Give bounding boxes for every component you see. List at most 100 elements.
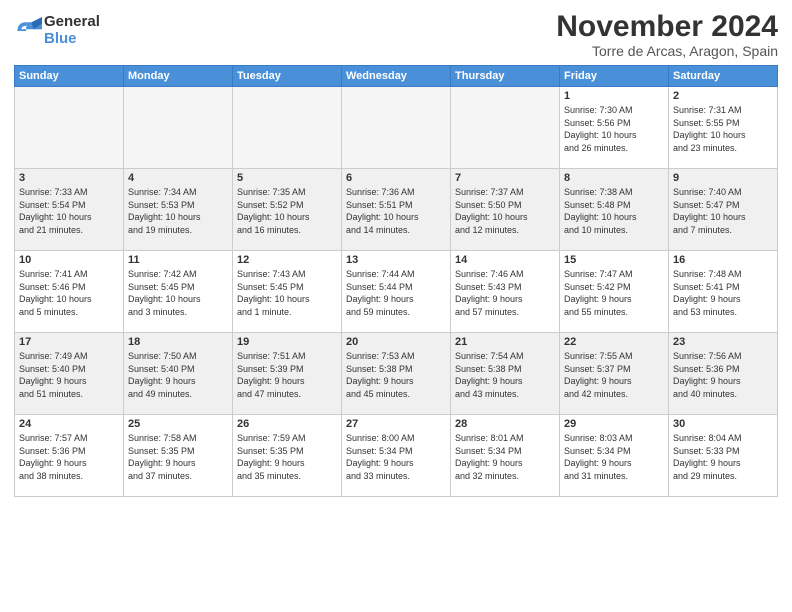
- table-cell: 24Sunrise: 7:57 AM Sunset: 5:36 PM Dayli…: [15, 415, 124, 497]
- table-cell: 30 Sunrise: 8:04 AM Sunset: 5:33 PM Dayli…: [669, 415, 778, 497]
- day-info: Sunrise: 8:04 AM Sunset: 5:33 PM Dayligh…: [673, 432, 773, 482]
- day-number: 8: [564, 172, 664, 184]
- logo-general-text: General: [44, 14, 100, 31]
- day-number: 15: [564, 254, 664, 266]
- day-info: Sunrise: 7:33 AM Sunset: 5:54 PM Dayligh…: [19, 186, 119, 236]
- table-cell: 6Sunrise: 7:36 AM Sunset: 5:51 PM Daylig…: [342, 169, 451, 251]
- day-number: 20: [346, 336, 446, 348]
- table-cell: 20Sunrise: 7:53 AM Sunset: 5:38 PM Dayli…: [342, 333, 451, 415]
- table-cell: 18 Sunrise: 7:50 AM Sunset: 5:40 PM Dayli…: [124, 333, 233, 415]
- day-number: 3: [19, 172, 119, 184]
- day-number: 27: [346, 418, 446, 430]
- day-info: Sunrise: 7:55 AM Sunset: 5:37 PM Dayligh…: [564, 350, 664, 400]
- day-info: Sunrise: 7:38 AM Sunset: 5:48 PM Dayligh…: [564, 186, 664, 236]
- table-cell: 23Sunrise: 7:56 AM Sunset: 5:36 PM Dayli…: [669, 333, 778, 415]
- table-cell: 5 Sunrise: 7:35 AM Sunset: 5:52 PM Daylig…: [233, 169, 342, 251]
- day-number: 30: [673, 418, 773, 430]
- day-info: Sunrise: 7:42 AM Sunset: 5:45 PM Dayligh…: [128, 268, 228, 318]
- day-number: 1: [564, 90, 664, 102]
- day-info: Sunrise: 7:58 AM Sunset: 5:35 PM Dayligh…: [128, 432, 228, 482]
- day-number: 6: [346, 172, 446, 184]
- table-cell: 7 Sunrise: 7:37 AM Sunset: 5:50 PM Daylig…: [451, 169, 560, 251]
- table-cell: [342, 87, 451, 169]
- table-cell: 4 Sunrise: 7:34 AM Sunset: 5:53 PM Daylig…: [124, 169, 233, 251]
- header-saturday: Saturday: [669, 66, 778, 87]
- table-cell: [451, 87, 560, 169]
- day-number: 21: [455, 336, 555, 348]
- calendar-week-2: 3 Sunrise: 7:33 AM Sunset: 5:54 PM Daylig…: [15, 169, 778, 251]
- day-number: 7: [455, 172, 555, 184]
- table-cell: 22 Sunrise: 7:55 AM Sunset: 5:37 PM Dayli…: [560, 333, 669, 415]
- day-info: Sunrise: 7:57 AM Sunset: 5:36 PM Dayligh…: [19, 432, 119, 482]
- logo: General Blue: [14, 14, 100, 47]
- table-cell: 21Sunrise: 7:54 AM Sunset: 5:38 PM Dayli…: [451, 333, 560, 415]
- header-friday: Friday: [560, 66, 669, 87]
- table-cell: 3 Sunrise: 7:33 AM Sunset: 5:54 PM Daylig…: [15, 169, 124, 251]
- page-container: General Blue November 2024 Torre de Arca…: [0, 0, 792, 507]
- header-tuesday: Tuesday: [233, 66, 342, 87]
- day-info: Sunrise: 7:35 AM Sunset: 5:52 PM Dayligh…: [237, 186, 337, 236]
- logo-text: General Blue: [44, 14, 100, 47]
- table-cell: 29 Sunrise: 8:03 AM Sunset: 5:34 PM Dayli…: [560, 415, 669, 497]
- day-info: Sunrise: 7:50 AM Sunset: 5:40 PM Dayligh…: [128, 350, 228, 400]
- day-number: 9: [673, 172, 773, 184]
- logo-icon: [14, 17, 42, 45]
- day-info: Sunrise: 7:46 AM Sunset: 5:43 PM Dayligh…: [455, 268, 555, 318]
- calendar-week-3: 10Sunrise: 7:41 AM Sunset: 5:46 PM Dayli…: [15, 251, 778, 333]
- header-sunday: Sunday: [15, 66, 124, 87]
- table-cell: 17Sunrise: 7:49 AM Sunset: 5:40 PM Dayli…: [15, 333, 124, 415]
- header-thursday: Thursday: [451, 66, 560, 87]
- table-cell: 15Sunrise: 7:47 AM Sunset: 5:42 PM Dayli…: [560, 251, 669, 333]
- day-number: 2: [673, 90, 773, 102]
- day-number: 11: [128, 254, 228, 266]
- table-cell: 9 Sunrise: 7:40 AM Sunset: 5:47 PM Daylig…: [669, 169, 778, 251]
- day-number: 28: [455, 418, 555, 430]
- day-number: 5: [237, 172, 337, 184]
- day-number: 25: [128, 418, 228, 430]
- calendar-header-row: Sunday Monday Tuesday Wednesday Thursday…: [15, 66, 778, 87]
- header-monday: Monday: [124, 66, 233, 87]
- day-info: Sunrise: 7:41 AM Sunset: 5:46 PM Dayligh…: [19, 268, 119, 318]
- month-year: November 2024: [556, 10, 778, 43]
- calendar-week-5: 24Sunrise: 7:57 AM Sunset: 5:36 PM Dayli…: [15, 415, 778, 497]
- day-info: Sunrise: 7:34 AM Sunset: 5:53 PM Dayligh…: [128, 186, 228, 236]
- table-cell: 12 Sunrise: 7:43 AM Sunset: 5:45 PM Dayli…: [233, 251, 342, 333]
- day-info: Sunrise: 7:37 AM Sunset: 5:50 PM Dayligh…: [455, 186, 555, 236]
- day-info: Sunrise: 7:43 AM Sunset: 5:45 PM Dayligh…: [237, 268, 337, 318]
- day-info: Sunrise: 8:03 AM Sunset: 5:34 PM Dayligh…: [564, 432, 664, 482]
- header: General Blue November 2024 Torre de Arca…: [14, 10, 778, 59]
- day-info: Sunrise: 8:00 AM Sunset: 5:34 PM Dayligh…: [346, 432, 446, 482]
- table-cell: 27 Sunrise: 8:00 AM Sunset: 5:34 PM Dayli…: [342, 415, 451, 497]
- day-number: 4: [128, 172, 228, 184]
- day-info: Sunrise: 7:31 AM Sunset: 5:55 PM Dayligh…: [673, 104, 773, 154]
- header-wednesday: Wednesday: [342, 66, 451, 87]
- day-info: Sunrise: 7:44 AM Sunset: 5:44 PM Dayligh…: [346, 268, 446, 318]
- day-info: Sunrise: 7:48 AM Sunset: 5:41 PM Dayligh…: [673, 268, 773, 318]
- table-cell: 1Sunrise: 7:30 AM Sunset: 5:56 PM Daylig…: [560, 87, 669, 169]
- day-number: 16: [673, 254, 773, 266]
- table-cell: 8 Sunrise: 7:38 AM Sunset: 5:48 PM Daylig…: [560, 169, 669, 251]
- day-info: Sunrise: 7:56 AM Sunset: 5:36 PM Dayligh…: [673, 350, 773, 400]
- day-info: Sunrise: 7:59 AM Sunset: 5:35 PM Dayligh…: [237, 432, 337, 482]
- table-cell: 11 Sunrise: 7:42 AM Sunset: 5:45 PM Dayli…: [124, 251, 233, 333]
- table-cell: [233, 87, 342, 169]
- day-number: 14: [455, 254, 555, 266]
- table-cell: 28 Sunrise: 8:01 AM Sunset: 5:34 PM Dayli…: [451, 415, 560, 497]
- day-number: 18: [128, 336, 228, 348]
- table-cell: 10Sunrise: 7:41 AM Sunset: 5:46 PM Dayli…: [15, 251, 124, 333]
- table-cell: [15, 87, 124, 169]
- table-cell: 26 Sunrise: 7:59 AM Sunset: 5:35 PM Dayli…: [233, 415, 342, 497]
- table-cell: [124, 87, 233, 169]
- day-info: Sunrise: 8:01 AM Sunset: 5:34 PM Dayligh…: [455, 432, 555, 482]
- table-cell: 16 Sunrise: 7:48 AM Sunset: 5:41 PM Dayli…: [669, 251, 778, 333]
- day-number: 22: [564, 336, 664, 348]
- table-cell: 25 Sunrise: 7:58 AM Sunset: 5:35 PM Dayli…: [124, 415, 233, 497]
- table-cell: 19Sunrise: 7:51 AM Sunset: 5:39 PM Dayli…: [233, 333, 342, 415]
- title-block: November 2024 Torre de Arcas, Aragon, Sp…: [556, 10, 778, 59]
- calendar-week-1: 1Sunrise: 7:30 AM Sunset: 5:56 PM Daylig…: [15, 87, 778, 169]
- day-info: Sunrise: 7:40 AM Sunset: 5:47 PM Dayligh…: [673, 186, 773, 236]
- day-number: 12: [237, 254, 337, 266]
- calendar-table: Sunday Monday Tuesday Wednesday Thursday…: [14, 65, 778, 497]
- day-number: 29: [564, 418, 664, 430]
- day-number: 26: [237, 418, 337, 430]
